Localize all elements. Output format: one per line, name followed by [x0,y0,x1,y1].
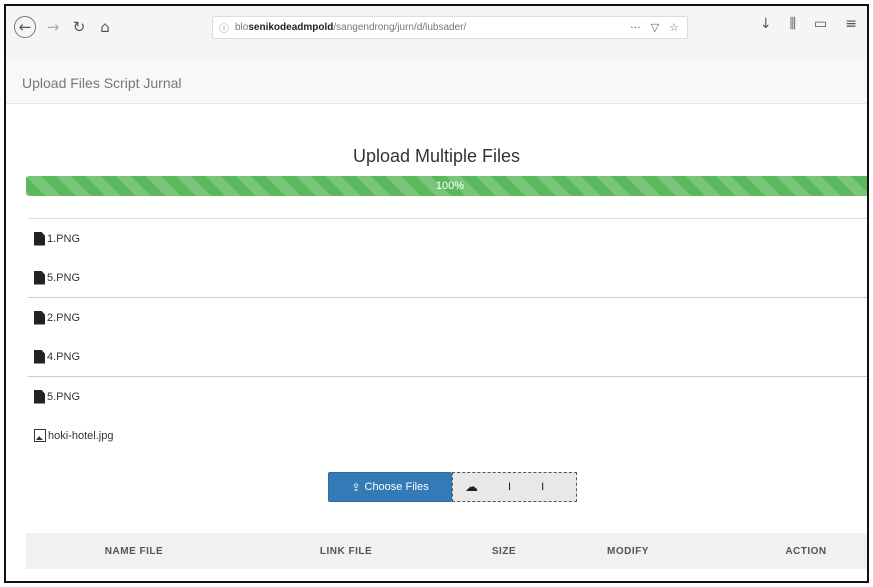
table-header-cell: ACTION [785,545,827,557]
url-path: /sangendrong/jurn/d/lubsader/ [333,22,467,33]
back-arrow-icon[interactable]: ← [14,16,36,38]
cloud-upload-icon: ☁ [465,479,478,495]
url-actions: ··· ▽ ☆ [630,21,687,34]
forward-arrow-icon[interactable]: → [42,16,64,38]
file-name: 5.PNG [47,271,81,284]
library-icon[interactable]: ⫼ [790,16,796,32]
page-actions-menu[interactable]: ··· [630,21,641,34]
file-list: 1.PNG 5.PNG 2.PNG 4.PNG 5.PNG hoki-hotel.jpg [28,218,867,455]
url-prefix: blo [235,22,249,33]
file-icon [34,389,45,404]
table-header-cell: SIZE [491,545,517,557]
pocket-icon[interactable]: ▽ [651,21,659,34]
choose-files-label: Choose Files [364,481,429,493]
image-icon [34,429,46,442]
upload-mark-1: I [508,481,512,493]
upload-drop-zone[interactable]: ☁ I I [452,472,577,502]
upload-mark-2: I [541,481,545,493]
star-icon[interactable]: ☆ [669,21,679,34]
url-host: senikodeadmpold [248,22,334,33]
hamburger-menu-icon[interactable]: ≡ [845,16,857,32]
file-icon [34,270,45,285]
file-name: 2.PNG [47,311,81,324]
file-icon [34,231,45,246]
list-item: 4.PNG [28,337,867,376]
page-title: Upload Multiple Files [352,146,521,166]
list-item: hoki-hotel.jpg [28,416,867,455]
upload-icon: ⇪ [351,480,361,494]
address-bar[interactable]: ⓘ blosenikodeadmpold/sangendrong/jurn/d/… [212,16,688,39]
file-name: 5.PNG [47,390,81,403]
list-item: 1.PNG [28,219,867,258]
sidebar-icon[interactable]: ▭ [814,16,827,32]
browser-window: ← → ↻ ⌂ ⓘ blosenikodeadmpold/sangendrong… [4,4,869,583]
choose-files-button[interactable]: ⇪ Choose Files [328,472,452,502]
browser-toolbar: ← → ↻ ⌂ ⓘ blosenikodeadmpold/sangendrong… [6,6,867,62]
table-header-cell: NAME FILE [104,545,164,557]
files-table-header: NAME FILE LINK FILE SIZE MODIFY ACTION [26,533,867,569]
home-icon[interactable]: ⌂ [94,16,116,38]
bookmark-bar: Upload Files Script Jurnal [6,62,867,104]
list-item: 5.PNG [28,258,867,297]
upload-progress-bar: 100% [26,176,867,196]
reload-icon[interactable]: ↻ [68,16,90,38]
file-name: hoki-hotel.jpg [48,429,114,442]
table-header-cell: LINK FILE [319,545,373,557]
file-group: 2.PNG 4.PNG [28,298,867,377]
file-group: 1.PNG 5.PNG [28,219,867,298]
file-group: 5.PNG hoki-hotel.jpg [28,377,867,455]
file-icon [34,310,45,325]
file-name: 1.PNG [47,232,81,245]
progress-label: 100% [435,180,465,192]
url-text: blosenikodeadmpold/sangendrong/jurn/d/lu… [235,22,630,33]
table-header-cell: MODIFY [607,545,649,557]
file-name: 4.PNG [47,350,81,363]
list-item: 2.PNG [28,298,867,337]
lock-icon: ⓘ [219,24,229,35]
toolbar-right: ↓ ⫼ ▭ ≡ [760,16,857,32]
list-item: 5.PNG [28,377,867,416]
file-icon [34,349,45,364]
download-icon[interactable]: ↓ [760,16,772,32]
bookmark-item[interactable]: Upload Files Script Jurnal [22,75,182,91]
